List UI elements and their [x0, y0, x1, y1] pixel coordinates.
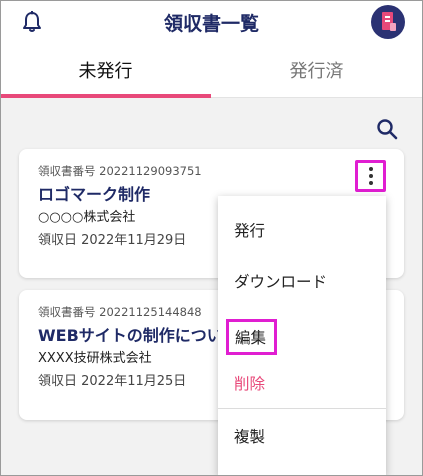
search-icon[interactable] [376, 118, 398, 140]
menu-item-delete[interactable]: 削除 [234, 372, 265, 394]
app-header: 領収書一覧 [0, 0, 423, 42]
receipt-company: ○○○○株式会社 [38, 210, 136, 225]
receipt-date: 領収日 2022年11月29日 [38, 233, 187, 248]
menu-item-download[interactable]: ダウンロード [234, 270, 327, 292]
menu-item-issue[interactable]: 発行 [234, 219, 265, 241]
tab-bar: 未発行 発行済 [0, 42, 423, 98]
tab-unissued[interactable]: 未発行 [0, 42, 211, 98]
menu-divider [218, 408, 386, 409]
receipt-title: ロゴマーク制作 [38, 185, 151, 204]
receipt-number: 領収書番号 20221129093751 [38, 164, 202, 178]
active-tab-indicator [0, 94, 211, 98]
more-vert-icon[interactable] [355, 160, 386, 192]
receipt-number: 領収書番号 20221125144848 [38, 305, 202, 319]
menu-item-duplicate[interactable]: 複製 [234, 425, 265, 447]
context-menu: 発行 ダウンロード 編集 削除 複製 [218, 196, 386, 476]
avatar-icon[interactable] [371, 5, 405, 39]
page-title: 領収書一覧 [163, 13, 259, 35]
receipt-title: WEBサイトの制作につい [38, 326, 223, 345]
tab-issued[interactable]: 発行済 [211, 42, 422, 98]
receipt-date: 領収日 2022年11月25日 [38, 374, 187, 389]
receipt-company: XXXX技研株式会社 [38, 351, 152, 366]
menu-item-edit[interactable]: 編集 [226, 319, 277, 355]
